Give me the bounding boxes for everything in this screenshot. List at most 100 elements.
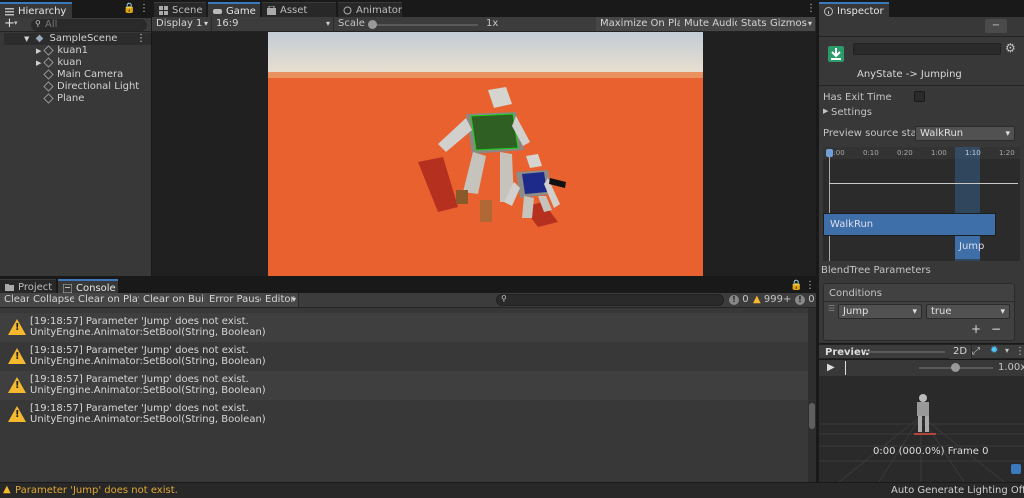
expand-icon: ▼ (24, 35, 30, 43)
transition-timeline[interactable]: 0:00 0:10 0:20 1:00 1:10 1:20 WalkRun Ju… (823, 147, 1020, 261)
timeline-ruler: 0:00 0:10 0:20 1:00 1:10 1:20 (823, 147, 1020, 159)
gear-icon[interactable]: ⚙ (1005, 41, 1016, 55)
gizmos-label: Gizmos (770, 18, 807, 29)
preview-scrubber[interactable] (845, 361, 846, 375)
log-entry[interactable]: ! [19:18:57] Parameter 'Jump' does not e… (0, 313, 808, 342)
collapse-button[interactable]: Collapse (29, 293, 81, 307)
more-icon[interactable]: ⋮ (1015, 346, 1024, 357)
lock-icon[interactable]: 🔒 (123, 3, 135, 14)
blendtree-parameters-label: BlendTree Parameters (821, 265, 931, 276)
tab-game[interactable]: Game (208, 2, 260, 18)
preview-speed-handle[interactable] (951, 363, 960, 372)
auto-lighting-status[interactable]: Auto Generate Lighting Off (891, 485, 1024, 496)
more-icon[interactable]: ⋮ (139, 3, 149, 14)
preview-source-dropdown[interactable]: WalkRun (915, 126, 1015, 141)
drag-handle-icon[interactable]: ☰ (828, 304, 835, 313)
warning-icon: ! (8, 348, 26, 364)
preview-source-label: Preview source state (823, 128, 927, 139)
jump-clip-label: Jump (959, 241, 985, 252)
condition-parameter-dropdown[interactable]: Jump (838, 304, 922, 319)
pivot-icon[interactable]: ⤢ (972, 346, 980, 357)
remove-condition-button[interactable]: − (991, 322, 1001, 336)
walkrun-clip-bar[interactable]: WalkRun (823, 213, 996, 236)
preview-status: 0:00 (000.0%) Frame 0 (873, 446, 989, 457)
expand-icon: ▶ (36, 47, 42, 55)
hierarchy-item-kuan[interactable]: ▶ kuan (36, 56, 82, 69)
warning-count-toggle[interactable]: ▲ 999+ (753, 294, 791, 305)
avatar-icon[interactable]: ✹ (990, 345, 998, 356)
playhead-marker[interactable] (826, 149, 833, 157)
transition-name-input[interactable] (853, 43, 1001, 55)
divider[interactable] (151, 0, 152, 277)
search-icon: ⚲ (35, 19, 41, 28)
has-exit-time-checkbox[interactable] (914, 91, 925, 102)
scene-menu-icon[interactable]: ⋮ (136, 33, 146, 45)
scale-slider[interactable] (368, 20, 478, 29)
console-search-input[interactable]: ⚲ (496, 294, 724, 306)
settings-foldout[interactable]: Settings (831, 107, 872, 118)
console-scrollbar[interactable] (808, 308, 816, 482)
info-count: 0 (808, 294, 815, 305)
more-icon[interactable]: ⋮ (805, 280, 815, 291)
inspector-panel: − ⚙ AnyState -> Jumping Has Exit Time ▶ … (819, 17, 1024, 343)
has-exit-time-label: Has Exit Time (823, 92, 892, 103)
preview-source-value: WalkRun (920, 128, 964, 139)
log-message: [19:18:57] Parameter 'Jump' does not exi… (30, 403, 249, 414)
status-message[interactable]: Parameter 'Jump' does not exist. (15, 485, 178, 496)
editor-dropdown[interactable]: Editor ▾ (261, 293, 299, 307)
display-dropdown[interactable]: Display 1 ▾ (152, 17, 212, 31)
lock-icon[interactable]: 🔒 (790, 280, 802, 291)
chevron-down-icon: ▾ (203, 19, 208, 28)
preview-avatar (914, 394, 936, 435)
play-icon[interactable]: ▶ (827, 362, 835, 373)
conditions-header: Conditions (829, 288, 882, 299)
info-count-toggle[interactable]: ! 0 (795, 294, 815, 305)
clear-on-play-button[interactable]: Clear on Play (74, 293, 149, 307)
preview-viewport[interactable]: 0:00 (000.0%) Frame 0 (819, 376, 1024, 482)
game-render-viewport[interactable] (268, 32, 703, 276)
hierarchy-search-placeholder: All (45, 19, 58, 30)
hierarchy-item-main-camera[interactable]: Main Camera (43, 68, 123, 81)
hierarchy-search[interactable]: ⚲ All (31, 19, 147, 31)
preview-drag-bar[interactable] (865, 351, 945, 353)
jump-clip-bar[interactable]: Jump (955, 236, 984, 259)
center-tabbar: Scene Game Asset Store Animator ⋮ (152, 0, 816, 31)
display-label: Display 1 (156, 18, 203, 29)
preview-speed-slider[interactable] (919, 363, 993, 372)
hierarchy-item-label: Directional Light (57, 81, 140, 92)
log-entry[interactable]: ! [19:18:57] Parameter 'Jump' does not e… (0, 342, 808, 371)
settings-foldout-icon[interactable]: ▶ (823, 107, 828, 115)
blend-curve (829, 183, 1018, 184)
error-count: 0 (742, 294, 749, 305)
mute-audio-button[interactable]: Mute Audio (680, 17, 746, 31)
chevron-down-icon[interactable]: ▾ (14, 19, 18, 27)
aspect-dropdown[interactable]: 16:9 ▾ (212, 17, 334, 31)
console-icon (63, 284, 72, 293)
chevron-down-icon[interactable]: ▾ (1005, 346, 1009, 355)
hierarchy-item-kuan1[interactable]: ▶ kuan1 (36, 44, 88, 57)
hierarchy-item-plane[interactable]: Plane (43, 92, 84, 105)
condition-value-dropdown[interactable]: true (926, 304, 1010, 319)
log-entry[interactable]: ! [19:18:57] Parameter 'Jump' does not e… (0, 371, 808, 400)
scene-root[interactable]: ▼ ◆ SampleScene ⋮ (4, 33, 151, 45)
divider[interactable] (816, 0, 819, 482)
transition-icon (828, 46, 844, 62)
tab-asset-store[interactable]: Asset Store (262, 2, 336, 31)
remove-layer-button[interactable]: − (985, 19, 1007, 33)
console-scrollbar-thumb[interactable] (809, 403, 815, 429)
scale-slider-handle[interactable] (368, 20, 377, 29)
log-entry[interactable]: ! [19:18:57] Parameter 'Jump' does not e… (0, 400, 808, 429)
chevron-down-icon: ▾ (325, 19, 330, 28)
error-count-toggle[interactable]: ! 0 (729, 294, 749, 305)
more-icon[interactable]: ⋮ (806, 3, 816, 14)
hierarchy-item-directional-light[interactable]: Directional Light (43, 80, 140, 93)
preview-asset-badge[interactable] (1011, 464, 1021, 474)
tab-scene[interactable]: Scene (154, 2, 206, 18)
expand-icon: ▶ (36, 59, 42, 67)
add-condition-button[interactable]: + (971, 322, 981, 336)
tab-animator[interactable]: Animator (338, 2, 402, 18)
gizmos-dropdown[interactable]: Gizmos ▾ (766, 17, 816, 31)
scale-value: 1x (486, 18, 499, 29)
tab-inspector[interactable]: Inspector (819, 2, 889, 18)
preview-2d-button[interactable]: 2D (949, 345, 973, 359)
